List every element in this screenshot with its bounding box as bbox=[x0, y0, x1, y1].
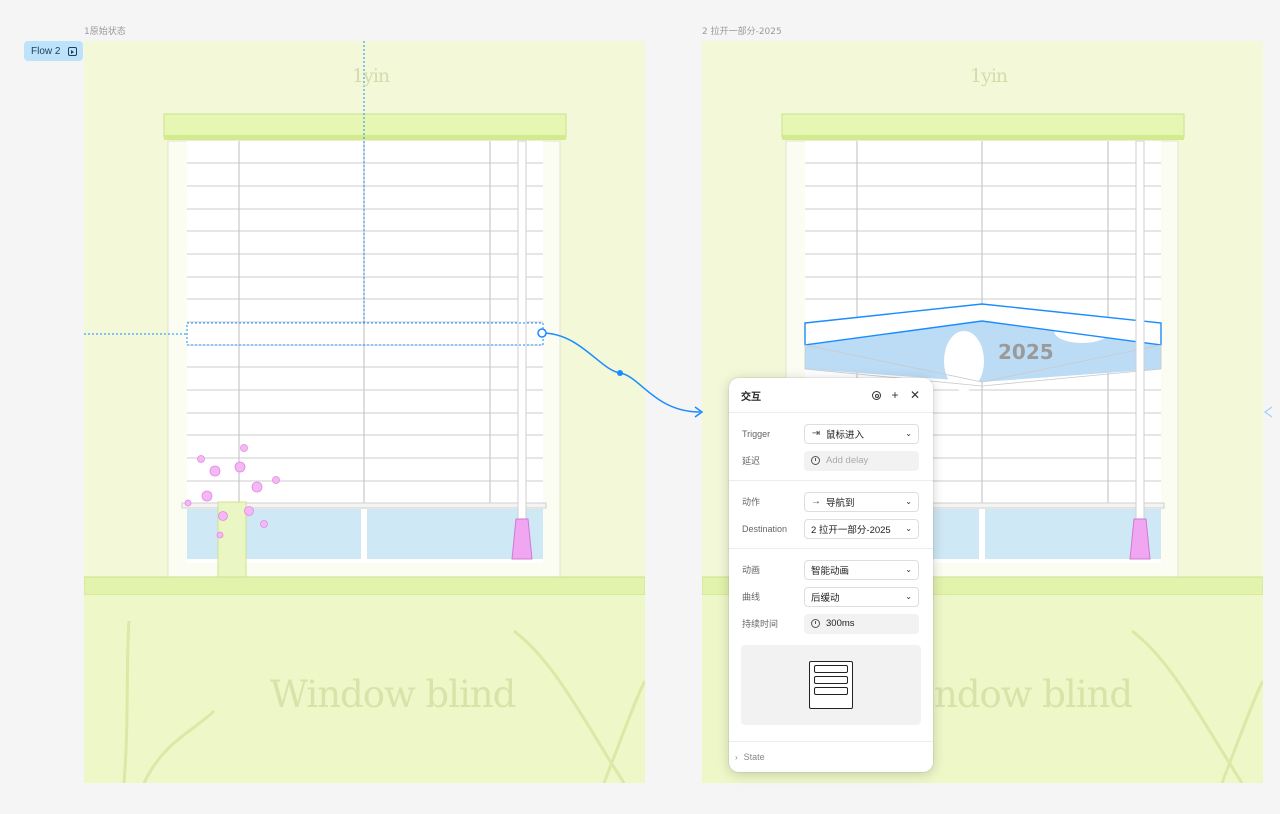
panel-title: 交互 bbox=[741, 391, 761, 403]
duration-value: 300ms bbox=[826, 618, 855, 629]
animation-select[interactable]: 智能动画 ⌄ bbox=[804, 559, 919, 580]
duration-label: 持续时间 bbox=[742, 619, 779, 629]
trigger-row: Trigger ⇥ 鼠标进入 ⌄ bbox=[729, 420, 933, 447]
arrow-right-icon: → bbox=[811, 496, 821, 507]
timer-icon bbox=[811, 619, 820, 628]
curve-label: 曲线 bbox=[742, 592, 761, 602]
animation-label: 动画 bbox=[742, 565, 761, 575]
curve-row: 曲线 后缓动 ⌄ bbox=[729, 583, 933, 610]
enter-icon: ⇥ bbox=[811, 428, 821, 439]
chevron-down-icon: ⌄ bbox=[905, 592, 912, 601]
chevron-down-icon: ⌄ bbox=[905, 429, 912, 438]
close-icon[interactable]: ✕ bbox=[909, 389, 921, 401]
action-label: 动作 bbox=[742, 497, 761, 507]
chevron-down-icon: ⌄ bbox=[905, 497, 912, 506]
prototype-connector bbox=[537, 328, 1273, 418]
animation-preview bbox=[741, 645, 921, 725]
target-icon[interactable] bbox=[872, 390, 881, 400]
action-select[interactable]: → 导航到 ⌄ bbox=[804, 491, 919, 512]
destination-value: 2 拉开一部分-2025 bbox=[811, 524, 891, 536]
offscreen-arrow-icon bbox=[1263, 406, 1273, 418]
delay-input[interactable]: Add delay bbox=[804, 450, 919, 471]
chevron-right-icon: › bbox=[735, 752, 738, 762]
connector-start-handle[interactable] bbox=[537, 328, 547, 338]
trigger-select[interactable]: ⇥ 鼠标进入 ⌄ bbox=[804, 423, 919, 444]
delay-row: 延迟 Add delay bbox=[729, 447, 933, 474]
delay-label: 延迟 bbox=[742, 456, 761, 466]
trigger-label: Trigger bbox=[742, 428, 771, 439]
action-row: 动作 → 导航到 ⌄ bbox=[729, 488, 933, 515]
duration-row: 持续时间 300ms bbox=[729, 610, 933, 637]
state-section-toggle[interactable]: › State bbox=[729, 742, 933, 772]
action-value: 导航到 bbox=[826, 497, 855, 509]
chevron-down-icon: ⌄ bbox=[905, 565, 912, 574]
interaction-panel: 交互 + ✕ Trigger ⇥ 鼠标进入 ⌄ 延迟 Add delay 动作 … bbox=[729, 378, 933, 772]
timer-icon bbox=[811, 456, 820, 465]
state-label: State bbox=[743, 752, 765, 762]
animation-value: 智能动画 bbox=[811, 565, 850, 577]
curve-select[interactable]: 后缓动 ⌄ bbox=[804, 586, 919, 607]
destination-row: Destination 2 拉开一部分-2025 ⌄ bbox=[729, 515, 933, 542]
destination-select[interactable]: 2 拉开一部分-2025 ⌄ bbox=[804, 518, 919, 539]
curve-value: 后缓动 bbox=[811, 592, 840, 604]
destination-label: Destination bbox=[742, 523, 788, 534]
panel-header: 交互 + ✕ bbox=[729, 378, 933, 413]
duration-input[interactable]: 300ms bbox=[804, 613, 919, 634]
delay-placeholder: Add delay bbox=[826, 455, 869, 466]
chevron-down-icon: ⌄ bbox=[905, 524, 912, 533]
animation-row: 动画 智能动画 ⌄ bbox=[729, 556, 933, 583]
trigger-value: 鼠标进入 bbox=[826, 429, 865, 441]
smart-animate-preview-icon bbox=[809, 661, 853, 709]
plus-icon[interactable]: + bbox=[889, 389, 901, 401]
connector-midpoint[interactable] bbox=[617, 370, 623, 376]
